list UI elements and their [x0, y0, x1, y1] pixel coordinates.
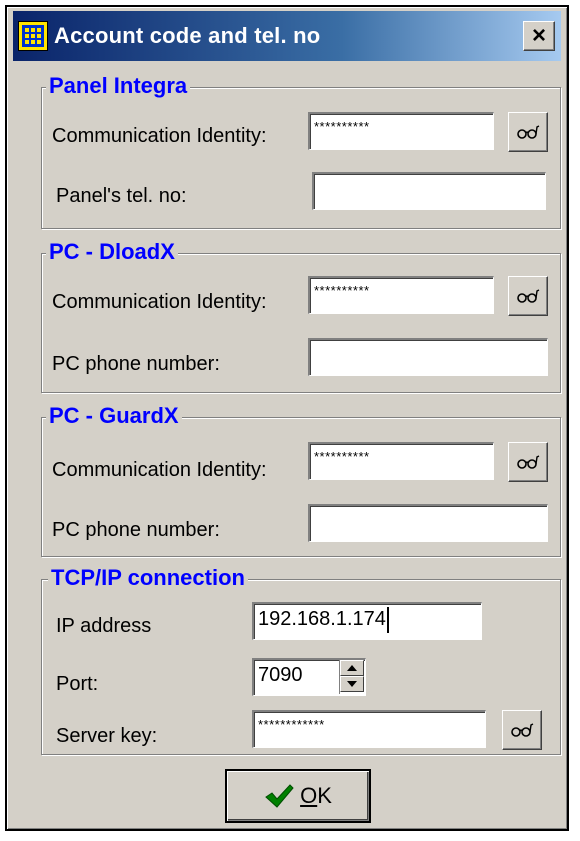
server-key-label: Server key: — [56, 725, 158, 747]
comm-identity-label: Communication Identity: — [52, 125, 267, 147]
comm-identity-label: Communication Identity: — [52, 291, 267, 313]
glasses-icon — [517, 455, 540, 469]
pc-dloadx-group: PC - DloadX Communication Identity: ****… — [41, 239, 561, 393]
ip-address-value: 192.168.1.174 — [258, 608, 386, 630]
comm-identity-label: Communication Identity: — [52, 459, 267, 481]
port-spin-down[interactable] — [340, 676, 364, 692]
show-server-key-button[interactable] — [502, 710, 542, 750]
group-title: Panel Integra — [46, 73, 191, 99]
ok-button[interactable]: OK — [225, 769, 371, 823]
pc-guardx-group: PC - GuardX Communication Identity: ****… — [41, 403, 561, 557]
pc-phone-input[interactable] — [308, 504, 548, 542]
panel-integra-group: Panel Integra Communication Identity: **… — [41, 73, 561, 229]
comm-identity-input[interactable]: ********** — [308, 442, 494, 480]
ok-label-rest: K — [317, 783, 332, 808]
close-button[interactable]: × — [523, 21, 555, 51]
port-label: Port: — [56, 673, 99, 695]
ip-address-label: IP address — [56, 615, 152, 637]
close-icon: × — [531, 22, 546, 49]
tcpip-group: TCP/IP connection IP address 192.168.1.1… — [41, 565, 561, 755]
server-key-input[interactable]: ************ — [252, 710, 486, 748]
pc-phone-label: PC phone number: — [52, 519, 220, 541]
text-caret — [386, 606, 389, 633]
dialog-window: Account code and tel. no × Panel Integra… — [5, 5, 569, 831]
ok-label: OK — [300, 783, 332, 809]
panel-phone-label: Panel's tel. no: — [56, 185, 187, 207]
arrow-down-icon — [347, 681, 357, 687]
title-bar[interactable]: Account code and tel. no × — [13, 11, 561, 61]
pc-phone-label: PC phone number: — [52, 353, 220, 375]
glasses-icon — [517, 289, 540, 303]
comm-identity-input[interactable]: ********** — [308, 276, 494, 314]
pc-phone-input[interactable] — [308, 338, 548, 376]
group-title: PC - DloadX — [46, 239, 178, 265]
keypad-icon — [18, 21, 48, 51]
checkmark-icon — [265, 784, 294, 808]
glasses-icon — [517, 125, 540, 139]
arrow-up-icon — [347, 665, 357, 671]
show-identity-button[interactable] — [508, 276, 548, 316]
glasses-icon — [511, 723, 534, 737]
show-identity-button[interactable] — [508, 442, 548, 482]
show-identity-button[interactable] — [508, 112, 548, 152]
port-input[interactable]: 7090 — [252, 658, 366, 696]
port-spinner — [339, 660, 365, 694]
comm-identity-input[interactable]: ********** — [308, 112, 494, 150]
port-spin-up[interactable] — [340, 660, 364, 676]
group-title: PC - GuardX — [46, 403, 182, 429]
ip-address-input[interactable]: 192.168.1.174 — [252, 602, 482, 640]
panel-phone-input[interactable] — [312, 172, 546, 210]
ok-mnemonic: O — [300, 783, 318, 808]
window-title: Account code and tel. no — [54, 23, 321, 48]
port-value: 7090 — [258, 664, 303, 686]
group-title: TCP/IP connection — [48, 565, 248, 591]
